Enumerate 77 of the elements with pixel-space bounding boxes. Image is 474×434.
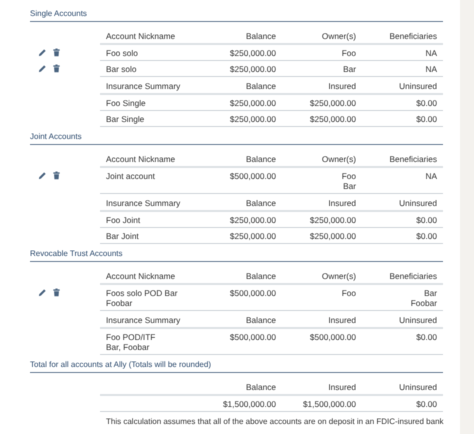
column-header: Balance [196,77,282,95]
column-header: Insured [282,194,362,212]
table-cell: $500,000.00 [196,168,282,194]
table-cell: $0.00 [362,111,443,127]
table-cell: Joint account [100,168,196,194]
table-cell: Bar solo [100,61,196,77]
column-header: Balance [196,311,282,329]
section-heading: Joint Accounts [30,132,443,145]
table-cell: $250,000.00 [282,95,362,111]
table-cell: $250,000.00 [196,111,282,127]
column-header: Account Nickname [100,27,196,45]
table-cell: $0.00 [362,95,443,111]
table-cell: $250,000.00 [196,45,282,61]
trash-icon[interactable] [52,64,61,73]
table-cell: Foo [282,285,362,311]
column-header: Balance [196,27,282,45]
table-cell: Foo POD/ITF Bar, Foobar [100,329,196,355]
column-header: Insured [282,378,362,396]
table-cell: $1,500,000.00 [282,396,362,412]
column-header: Owner(s) [282,267,362,285]
column-header: Account Nickname [100,267,196,285]
trash-icon[interactable] [52,288,61,297]
trash-icon[interactable] [52,171,61,180]
table-cell: $0.00 [362,396,443,412]
table-cell: Foo Bar [282,168,362,194]
table-cell: $250,000.00 [282,228,362,244]
table-cell: NA [362,45,443,61]
trash-icon[interactable] [52,48,61,57]
column-header: Owner(s) [282,150,362,168]
table-cell: NA [362,61,443,77]
table-cell: $250,000.00 [196,212,282,228]
table-cell: Bar Single [100,111,196,127]
table-cell: $250,000.00 [196,228,282,244]
column-header: Uninsured [362,378,443,396]
column-header: Insurance Summary [100,194,196,212]
column-header: Balance [196,150,282,168]
column-header: Insurance Summary [100,311,196,329]
table-cell: $500,000.00 [196,285,282,311]
table-cell: $0.00 [362,212,443,228]
table-cell: $500,000.00 [282,329,362,355]
table-cell: $250,000.00 [196,95,282,111]
table-cell: Foo solo [100,45,196,61]
column-header: Insurance Summary [100,77,196,95]
column-header: Insured [282,77,362,95]
section-heading: Single Accounts [30,9,443,22]
column-header: Owner(s) [282,27,362,45]
disclaimer-text: This calculation assumes that all of the above accounts are on deposit in an FDIC-insured bank [105,417,443,427]
table-cell: Bar [282,61,362,77]
table-cell: $250,000.00 [196,61,282,77]
table-cell: Foos solo POD Bar Foobar [100,285,196,311]
column-header: Balance [196,378,282,396]
column-header: Uninsured [362,77,443,95]
column-header: Balance [196,194,282,212]
pencil-icon[interactable] [38,171,47,180]
section-heading: Total for all accounts at Ally (Totals will be rounded) [30,360,443,373]
table-cell: Foo [282,45,362,61]
table-cell: $0.00 [362,228,443,244]
pencil-icon[interactable] [38,288,47,297]
column-header: Balance [196,267,282,285]
table-cell: Bar Foobar [362,285,443,311]
table-cell: Foo Joint [100,212,196,228]
section-heading: Revocable Trust Accounts [30,249,443,262]
column-header: Insured [282,311,362,329]
table-cell: NA [362,168,443,194]
table-cell: $1,500,000.00 [196,396,282,412]
column-header: Beneficiaries [362,150,443,168]
column-header: Uninsured [362,194,443,212]
table-cell: $0.00 [362,329,443,355]
table-cell: $250,000.00 [282,212,362,228]
column-header: Account Nickname [100,150,196,168]
table-cell: $250,000.00 [282,111,362,127]
column-header: Beneficiaries [362,27,443,45]
column-header: Uninsured [362,311,443,329]
table-cell: Foo Single [100,95,196,111]
column-header: Beneficiaries [362,267,443,285]
table-cell: $500,000.00 [196,329,282,355]
table-cell: Bar Joint [100,228,196,244]
